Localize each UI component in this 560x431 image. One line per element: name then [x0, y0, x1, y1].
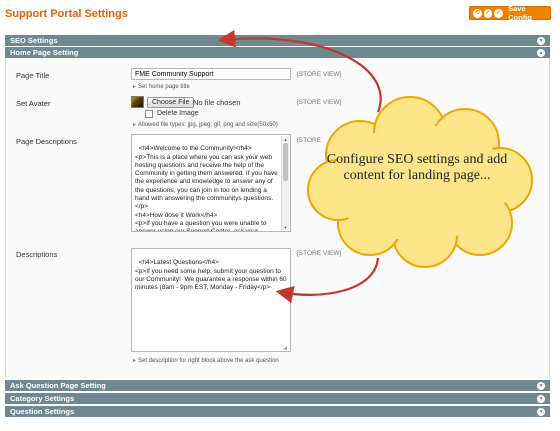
- scroll-down-icon[interactable]: ▼: [282, 224, 289, 230]
- avatar-thumbnail: [131, 96, 144, 108]
- circle-chevron-icon[interactable]: ▲: [537, 48, 545, 57]
- section-question-label: Question Settings: [10, 407, 75, 416]
- delete-image-label: Delete Image: [157, 110, 199, 117]
- save-icon: ✓: [494, 8, 504, 18]
- page-descriptions-textarea[interactable]: <h4>Welcome to the Community!</h4> <p>Th…: [131, 134, 291, 232]
- textarea-scrollbar[interactable]: ▲ ▼: [281, 136, 289, 230]
- save-config-label: Save Config: [508, 4, 532, 22]
- avatar-label: Set Avater: [16, 99, 51, 108]
- section-seo-settings[interactable]: SEO Settings ▼: [5, 35, 550, 46]
- choose-file-button[interactable]: Choose File: [147, 97, 195, 108]
- triangle-right-icon: ▸: [133, 84, 137, 90]
- triangle-right-icon: ▸: [133, 358, 137, 364]
- section-question-settings[interactable]: Question Settings ▼: [5, 406, 550, 417]
- descriptions-hint-text: Set description for right block above th…: [138, 358, 279, 364]
- save-config-button[interactable]: ⟲ ✓ ✓ Save Config: [469, 4, 551, 22]
- page-title-hint: ▸ Set home page title: [133, 83, 190, 90]
- section-seo-label: SEO Settings: [10, 36, 58, 45]
- page-descriptions-text: <h4>Welcome to the Community!</h4> <p>Th…: [135, 145, 278, 232]
- page-title-input[interactable]: [131, 68, 291, 80]
- check-icon: ✓: [483, 8, 493, 18]
- resize-grip-icon[interactable]: ◢: [283, 344, 289, 351]
- triangle-right-icon: ▸: [133, 122, 137, 128]
- page-title-label: Page Title: [16, 71, 50, 80]
- section-ask-label: Ask Question Page Setting: [10, 381, 106, 390]
- delete-image-checkbox[interactable]: [145, 110, 153, 118]
- section-ask-question-page-setting[interactable]: Ask Question Page Setting ▼: [5, 380, 550, 391]
- circle-chevron-icon[interactable]: ▼: [537, 36, 545, 45]
- descriptions-label: Descriptions: [16, 250, 58, 259]
- circle-chevron-icon[interactable]: ▼: [537, 394, 545, 403]
- avatar-hint: ▸ Allowed file types: jpg, jpeg, gif, png…: [133, 121, 278, 128]
- page-descriptions-label: Page Descriptions: [16, 137, 77, 146]
- page-title-hint-text: Set home page title: [138, 84, 190, 90]
- section-category-label: Category Settings: [10, 394, 75, 403]
- avatar-hint-text: Allowed file types: jpg, jpeg, gif, png …: [138, 122, 278, 128]
- descriptions-text: <h4>Latest Questions</h4> <p>If you need…: [135, 259, 287, 292]
- circle-chevron-icon[interactable]: ▼: [537, 407, 545, 416]
- section-home-page-setting[interactable]: Home Page Setting ▲: [5, 47, 550, 58]
- page-title: Support Portal Settings: [5, 8, 128, 20]
- reset-icon: ⟲: [473, 8, 482, 18]
- scrollbar-thumb[interactable]: [283, 143, 288, 181]
- scroll-up-icon[interactable]: ▲: [282, 136, 289, 142]
- circle-chevron-icon[interactable]: ▼: [537, 381, 545, 390]
- page-title-scope: [STORE VIEW]: [297, 71, 342, 78]
- section-home-label: Home Page Setting: [10, 48, 79, 57]
- section-category-settings[interactable]: Category Settings ▼: [5, 393, 550, 404]
- descriptions-hint: ▸ Set description for right block above t…: [133, 357, 279, 364]
- file-status: No file chosen: [193, 98, 241, 107]
- callout-text: Configure SEO settings and add content f…: [326, 152, 508, 183]
- descriptions-textarea[interactable]: <h4>Latest Questions</h4> <p>If you need…: [131, 248, 291, 352]
